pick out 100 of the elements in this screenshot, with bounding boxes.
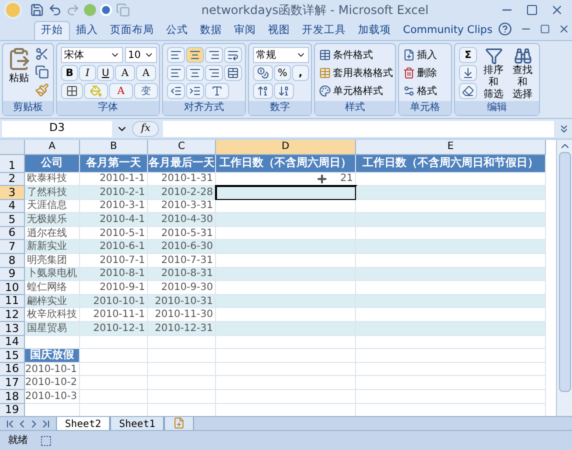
row-header[interactable]: 15 <box>0 349 25 363</box>
select-all-corner[interactable] <box>0 140 25 155</box>
font-color-button[interactable]: A <box>109 83 133 99</box>
table-cell[interactable] <box>356 349 546 363</box>
row-header[interactable]: 4 <box>0 200 25 214</box>
help-icon[interactable] <box>498 22 512 36</box>
align-left-button[interactable] <box>167 65 185 81</box>
table-cell[interactable] <box>80 349 148 363</box>
table-cell[interactable] <box>356 376 546 390</box>
table-cell[interactable] <box>216 294 356 308</box>
editing-command[interactable]: 排序和 筛选 <box>481 47 506 101</box>
table-cell[interactable] <box>356 268 546 282</box>
table-cell[interactable] <box>148 376 216 390</box>
table-cell[interactable] <box>80 390 148 404</box>
table-cell[interactable] <box>356 336 546 350</box>
table-cell[interactable]: 2010-8-31 <box>148 268 216 282</box>
comma-button[interactable]: , <box>292 65 309 81</box>
table-cell[interactable] <box>356 240 546 254</box>
table-cell[interactable]: 蝗仁网络 <box>25 281 80 295</box>
paintbrush-icon[interactable] <box>35 83 49 97</box>
row-header[interactable]: 9 <box>0 268 25 282</box>
table-cell[interactable] <box>356 172 546 186</box>
align-middle-button[interactable] <box>186 47 204 63</box>
table-cell[interactable]: 2010-11-30 <box>148 308 216 322</box>
undo-icon[interactable] <box>48 3 62 17</box>
align-center-button[interactable] <box>186 65 204 81</box>
table-cell[interactable] <box>80 362 148 376</box>
clear-button[interactable] <box>459 83 477 99</box>
row-header[interactable]: 6 <box>0 226 25 240</box>
ribbon-tab[interactable]: 视图 <box>262 21 296 40</box>
header-cell[interactable]: 工作日数（不含周六周日） <box>216 155 356 172</box>
row-header[interactable]: 10 <box>0 281 25 295</box>
editing-command[interactable]: 查找和 选择 <box>510 47 535 101</box>
shrink-font-button[interactable]: A <box>136 65 156 81</box>
row-header[interactable]: 16 <box>0 362 25 376</box>
ribbon-tab[interactable]: 开发工具 <box>296 21 352 40</box>
copy-icon[interactable] <box>35 65 49 79</box>
ribbon-tab[interactable]: 加载项 <box>352 21 397 40</box>
table-cell[interactable] <box>148 349 216 363</box>
formula-input[interactable] <box>163 120 554 136</box>
table-cell[interactable] <box>356 308 546 322</box>
orientation-button[interactable] <box>205 83 229 99</box>
table-cell[interactable]: 翩梓实业 <box>25 294 80 308</box>
table-cell[interactable] <box>216 281 356 295</box>
table-cell[interactable] <box>356 186 546 200</box>
column-header[interactable]: B <box>80 140 148 155</box>
table-cell[interactable]: 2010-2-1 <box>80 186 148 200</box>
table-cell[interactable] <box>216 268 356 282</box>
table-cell[interactable] <box>216 362 356 376</box>
table-cell[interactable]: 国星贸易 <box>25 322 80 336</box>
ribbon-tab[interactable]: 页面布局 <box>104 21 160 40</box>
table-cell[interactable]: 2010-7-31 <box>148 254 216 268</box>
table-cell[interactable] <box>216 308 356 322</box>
column-header[interactable]: D <box>216 140 356 155</box>
table-cell[interactable] <box>216 240 356 254</box>
borders-button[interactable] <box>61 83 83 99</box>
table-cell[interactable] <box>356 294 546 308</box>
table-cell[interactable] <box>356 281 546 295</box>
macro-record-icon[interactable] <box>40 434 52 446</box>
table-cell[interactable]: 2010-10-31 <box>148 294 216 308</box>
table-cell[interactable]: 2010-11-1 <box>80 308 148 322</box>
autosum-button[interactable]: Σ <box>459 47 477 63</box>
table-cell[interactable]: 新新实业 <box>25 240 80 254</box>
row-header[interactable]: 14 <box>0 336 25 350</box>
align-top-button[interactable] <box>167 47 185 63</box>
table-cell[interactable]: 2010-1-31 <box>148 172 216 186</box>
table-cell[interactable]: 明亮集团 <box>25 254 80 268</box>
style-command[interactable]: 单元格样式 <box>319 83 393 99</box>
table-cell[interactable] <box>356 213 546 227</box>
header-cell[interactable]: 工作日数（不含周六周日和节假日） <box>356 155 546 172</box>
first-sheet-icon[interactable] <box>4 418 16 430</box>
table-cell[interactable]: 2010-3-1 <box>80 200 148 214</box>
row-header[interactable]: 7 <box>0 240 25 254</box>
table-cell[interactable] <box>216 254 356 268</box>
scroll-thumb[interactable] <box>558 152 570 392</box>
expand-icon[interactable] <box>558 122 570 134</box>
table-cell[interactable]: 2010-9-1 <box>80 281 148 295</box>
fill-color-button[interactable] <box>84 83 108 99</box>
cells-command[interactable]: 插入 <box>403 47 437 63</box>
table-cell[interactable]: 2010-5-31 <box>148 226 216 240</box>
row-header[interactable]: 13 <box>0 322 25 336</box>
table-cell[interactable]: 2010-12-1 <box>80 322 148 336</box>
ribbon-tab[interactable]: 插入 <box>70 21 104 40</box>
wrap-text-button[interactable] <box>224 47 242 63</box>
ribbon-tab[interactable]: Community Clips <box>397 21 498 40</box>
row-header[interactable]: 3 <box>0 186 25 200</box>
table-cell[interactable]: 2010-1-1 <box>80 172 148 186</box>
table-cell[interactable]: 欧泰科技 <box>25 172 80 186</box>
underline-button[interactable]: U <box>97 65 114 81</box>
row-header[interactable]: 1 <box>0 155 25 172</box>
cut-icon[interactable] <box>35 47 49 61</box>
decrease-decimal-button[interactable] <box>274 83 294 99</box>
ribbon-tab[interactable]: 公式 <box>160 21 194 40</box>
paste-button[interactable]: 粘贴 <box>7 47 31 101</box>
table-cell[interactable]: 2010-6-30 <box>148 240 216 254</box>
style-command[interactable]: 条件格式 <box>319 47 393 63</box>
table-cell[interactable] <box>216 376 356 390</box>
restore-icon[interactable] <box>540 24 550 34</box>
table-cell[interactable] <box>356 322 546 336</box>
column-header[interactable]: E <box>356 140 546 155</box>
